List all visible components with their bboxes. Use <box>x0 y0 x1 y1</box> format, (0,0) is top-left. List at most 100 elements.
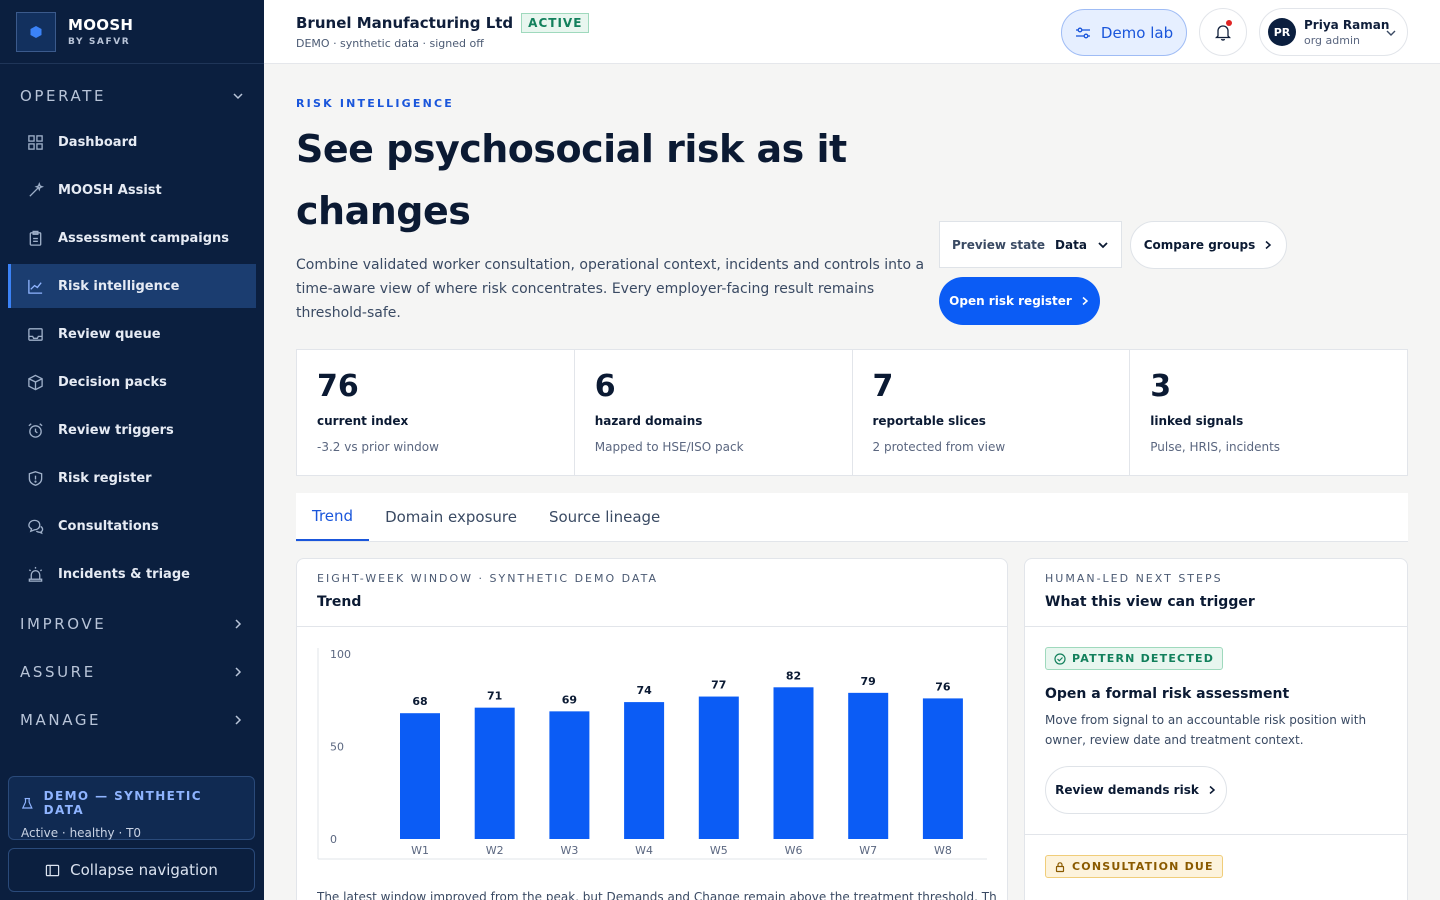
demo-status-sub: Active · healthy · T0 <box>21 826 142 840</box>
sidebar-item-moosh-assist[interactable]: MOOSH Assist <box>8 168 256 212</box>
sidebar-toggle-icon <box>45 864 60 876</box>
next-step-item: CONSULTATION DUE <box>1025 835 1407 898</box>
stat-note: Pulse, HRIS, incidents <box>1150 440 1281 454</box>
x-tick-label: W2 <box>486 844 504 857</box>
user-role: org admin <box>1304 33 1361 47</box>
next-step-description: Move from signal to an accountable risk … <box>1045 713 1367 747</box>
stat-label: linked signals <box>1150 414 1244 428</box>
chevron-right-icon <box>235 667 242 677</box>
sidebar-item-review-triggers[interactable]: Review triggers <box>8 408 256 452</box>
x-tick-label: W5 <box>710 844 728 857</box>
shield-icon <box>28 470 43 486</box>
x-tick-label: W4 <box>635 844 653 857</box>
sidebar-item-label: Review triggers <box>58 422 174 438</box>
avatar: PR <box>1268 18 1296 46</box>
badge-label: CONSULTATION DUE <box>1072 860 1214 873</box>
bar-value-label: 71 <box>487 690 502 703</box>
y-tick-label: 50 <box>330 741 344 754</box>
stat-note: -3.2 vs prior window <box>317 440 439 454</box>
page-eyebrow: RISK INTELLIGENCE <box>296 97 455 110</box>
user-menu-button[interactable]: PR Priya Raman org admin <box>1259 8 1408 56</box>
stat-value: 7 <box>872 369 894 404</box>
stat-note: 2 protected from view <box>872 440 1006 454</box>
preview-state-select[interactable]: Preview state Data <box>939 221 1122 268</box>
demo-status-title: DEMO — SYNTHETIC DATA <box>43 789 202 817</box>
collapse-navigation-label: Collapse navigation <box>70 861 218 879</box>
bar-value-label: 77 <box>711 679 726 692</box>
view-tabs: Trend Domain exposure Source lineage <box>296 493 1408 542</box>
next-step-title: Open a formal risk assessment <box>1045 686 1290 702</box>
wand-icon <box>29 181 44 197</box>
stat-label: hazard domains <box>594 414 703 428</box>
page-title: See psychosocial risk as it changes <box>296 127 847 233</box>
y-tick-label: 0 <box>330 833 337 846</box>
nav-section-operate[interactable]: OPERATE <box>0 72 264 120</box>
x-tick-label: W7 <box>859 844 877 857</box>
sidebar-item-label: Risk register <box>58 470 152 486</box>
tab-domain-exposure[interactable]: Domain exposure <box>369 493 533 541</box>
nav-section-improve-label: IMPROVE <box>20 615 107 633</box>
user-name: Priya Raman <box>1304 17 1390 32</box>
tab-trend[interactable]: Trend <box>296 493 370 541</box>
x-tick-label: W6 <box>785 844 803 857</box>
bar <box>400 713 440 839</box>
trend-card-title: Trend <box>317 594 362 610</box>
x-tick-label: W3 <box>560 844 578 857</box>
clipboard-icon <box>29 230 42 246</box>
chevron-right-icon <box>1082 296 1088 306</box>
sidebar-item-label: Risk intelligence <box>58 278 180 294</box>
sidebar-item-incidents-triage[interactable]: Incidents & triage <box>8 552 256 596</box>
sidebar-item-risk-register[interactable]: Risk register <box>8 456 256 500</box>
demo-lab-button[interactable]: Demo lab <box>1061 9 1187 56</box>
sidebar-item-decision-packs[interactable]: Decision packs <box>8 360 256 404</box>
preview-state-label: Preview state <box>952 237 1046 252</box>
sidebar-item-review-queue[interactable]: Review queue <box>8 312 256 356</box>
x-tick-label: W8 <box>934 844 952 857</box>
stat-value: 76 <box>317 369 359 404</box>
alarm-icon <box>28 422 43 438</box>
sidebar-item-label: Incidents & triage <box>58 566 190 582</box>
package-icon <box>28 374 43 390</box>
sidebar-item-dashboard[interactable]: Dashboard <box>8 120 256 164</box>
org-subtitle: DEMO · synthetic data · signed off <box>296 37 484 50</box>
nav-section-manage[interactable]: MANAGE <box>0 696 264 744</box>
chat-icon <box>28 519 44 534</box>
bar <box>474 707 515 839</box>
nav-section-assure[interactable]: ASSURE <box>0 648 264 696</box>
stat-hazard-domains: 6 hazard domains Mapped to HSE/ISO pack <box>575 350 853 475</box>
stat-linked-signals: 3 linked signals Pulse, HRIS, incidents <box>1130 350 1407 475</box>
stat-value: 6 <box>594 369 616 404</box>
brand-logo <box>16 11 56 52</box>
sidebar-item-assessment-campaigns[interactable]: Assessment campaigns <box>8 216 256 260</box>
trend-card: EIGHT-WEEK WINDOW · SYNTHETIC DEMO DATA … <box>296 558 1008 900</box>
open-risk-register-button[interactable]: Open risk register <box>939 277 1100 325</box>
tab-source-lineage[interactable]: Source lineage <box>533 493 676 541</box>
sidebar-item-label: Consultations <box>58 518 159 534</box>
nav-section-operate-label: OPERATE <box>20 87 107 105</box>
demo-status-card[interactable]: DEMO — SYNTHETIC DATA Active · healthy ·… <box>8 776 255 840</box>
bar <box>624 702 665 839</box>
stat-value: 3 <box>1150 369 1172 404</box>
compare-groups-button[interactable]: Compare groups <box>1130 221 1287 269</box>
review-demands-risk-button[interactable]: Review demands risk <box>1045 766 1227 814</box>
stat-reportable-slices: 7 reportable slices 2 protected from vie… <box>853 350 1131 475</box>
next-steps-eyebrow: HUMAN-LED NEXT STEPS <box>1045 572 1223 585</box>
chevron-down-icon <box>1098 241 1108 248</box>
sidebar-item-consultations[interactable]: Consultations <box>8 504 256 548</box>
brand[interactable]: MOOSH BY SAFVR <box>0 0 264 64</box>
stat-label: current index <box>317 414 409 428</box>
compare-groups-label: Compare groups <box>1143 238 1256 252</box>
notifications-button[interactable] <box>1199 8 1247 56</box>
collapse-navigation-button[interactable]: Collapse navigation <box>8 848 255 892</box>
trend-card-eyebrow: EIGHT-WEEK WINDOW · SYNTHETIC DEMO DATA <box>317 572 658 585</box>
nav-section-improve[interactable]: IMPROVE <box>0 600 264 648</box>
brand-sub: BY SAFVR <box>68 37 131 47</box>
stat-note: Mapped to HSE/ISO pack <box>594 440 744 454</box>
bar <box>549 711 590 839</box>
bar <box>848 692 889 839</box>
sidebar-item-risk-intelligence[interactable]: Risk intelligence <box>8 264 256 308</box>
sidebar: MOOSH BY SAFVR OPERATE Dashboard MOOSH A… <box>0 0 264 900</box>
stat-current-index: 76 current index -3.2 vs prior window <box>297 350 575 475</box>
trend-bar-chart: 0 50 100 68 W1 71 W2 69 W3 74 W4 77 W5 82 W6 79 W7 76 W8 <box>317 648 987 860</box>
sidebar-item-label: Assessment campaigns <box>58 230 230 246</box>
